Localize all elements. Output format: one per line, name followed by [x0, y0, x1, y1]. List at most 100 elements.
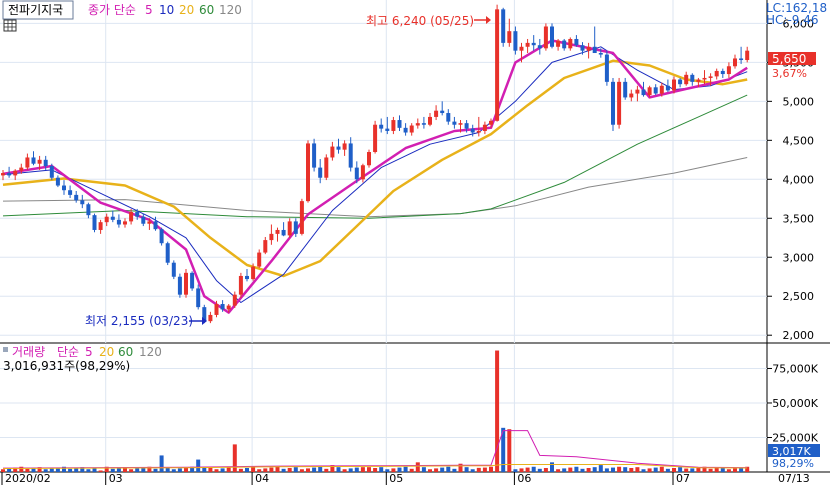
candle-body: [98, 222, 103, 230]
candle-body: [275, 229, 280, 234]
candle-body: [226, 305, 231, 310]
volume-bar: [275, 466, 280, 472]
volume-bar: [440, 467, 445, 472]
volume-bar: [135, 468, 140, 472]
volume-bar: [550, 462, 554, 472]
candle-body: [745, 50, 750, 61]
candle-body: [55, 177, 60, 186]
volume-bar: [324, 468, 329, 472]
candle-body: [196, 288, 201, 308]
candle-body: [147, 221, 152, 224]
candle-body: [281, 229, 286, 236]
volume-bar: [336, 467, 341, 472]
price-ma-title: 종가 단순: [88, 3, 136, 17]
volume-bar: [269, 467, 274, 472]
x-tick-label: 03: [109, 472, 123, 485]
candle-body: [647, 87, 652, 96]
candle-body: [68, 190, 73, 195]
volume-bar: [415, 462, 420, 472]
candle-body: [245, 275, 249, 280]
candle-body: [214, 304, 219, 315]
volume-bar: [568, 467, 573, 472]
candle-body: [550, 26, 554, 47]
volume-bar: [428, 469, 432, 472]
volume-bar: [696, 467, 701, 472]
volume-bar: [647, 468, 652, 472]
candle-body: [525, 42, 530, 47]
volume-bar: [177, 468, 182, 472]
volume-bar: [367, 467, 371, 472]
volume-bar: [635, 467, 640, 472]
candle-body: [598, 53, 603, 55]
tab-label[interactable]: 전파기지국: [8, 3, 63, 17]
vol-ma5-label: 5: [85, 345, 93, 359]
volume-bar: [226, 467, 231, 472]
ma60-label: 60: [199, 3, 214, 17]
candle-body: [617, 81, 622, 125]
volume-bar: [690, 468, 695, 472]
candle-body: [13, 170, 18, 176]
x-tick-label: 05: [389, 472, 403, 485]
volume-bar: [281, 468, 286, 472]
candle-body: [696, 79, 701, 82]
candle-body: [7, 173, 12, 176]
candle-body: [690, 74, 695, 82]
hc-value: HC:-9,46: [766, 13, 819, 27]
volume-bar: [586, 467, 591, 472]
volume-bar: [342, 469, 347, 472]
candle-body: [507, 31, 512, 43]
candle-body: [665, 85, 670, 91]
grid-icon[interactable]: [3, 19, 17, 32]
vol-ma60-label: 60: [118, 345, 133, 359]
volume-bar: [617, 466, 622, 472]
candle-body: [476, 130, 481, 133]
current-volume-pct: 98,29%: [772, 457, 814, 470]
volume-bar: [489, 466, 493, 472]
candle-body: [354, 167, 359, 180]
candle-body: [238, 275, 243, 295]
volume-bar: [379, 467, 384, 472]
candle-body: [623, 81, 628, 98]
volume-bar: [653, 467, 658, 472]
candle-body: [403, 127, 408, 133]
price-pane: [0, 0, 830, 343]
volume-bar: [556, 469, 561, 472]
volume-bar: [196, 459, 201, 472]
volume-bar: [299, 469, 304, 472]
candle-body: [653, 87, 658, 94]
volume-bar: [92, 468, 97, 472]
candle-body: [720, 70, 725, 75]
volume-bar: [238, 468, 243, 472]
price-tick-label: 5,000: [783, 95, 815, 108]
candle-body: [708, 76, 713, 78]
volume-bar: [531, 466, 536, 472]
volume-bar: [202, 467, 207, 472]
candle-body: [208, 314, 213, 322]
candle-body: [257, 252, 262, 267]
candle-body: [190, 272, 195, 289]
volume-tick-label: 25,000K: [772, 431, 818, 444]
candle-body: [153, 221, 158, 230]
candle-body: [586, 46, 591, 51]
candle-body: [1, 173, 5, 176]
candle-body: [342, 143, 347, 150]
volume-bar: [421, 467, 426, 472]
volume-bar: [476, 467, 481, 472]
candle-body: [659, 85, 664, 94]
price-tick-label: 2,500: [783, 290, 815, 303]
volume-bar: [220, 468, 225, 472]
candle-body: [19, 167, 24, 171]
candle-body: [726, 66, 731, 75]
candle-body: [306, 143, 310, 202]
candle-body: [470, 128, 475, 133]
candle-body: [446, 113, 451, 122]
volume-bar: [629, 467, 634, 472]
volume-bar: [306, 468, 310, 472]
candle-body: [263, 240, 268, 253]
volume-bar: [245, 467, 249, 472]
candle-body: [165, 243, 170, 263]
candle-body: [367, 152, 371, 166]
volume-bar: [312, 467, 317, 472]
candle-body: [348, 143, 353, 168]
candle-body: [580, 45, 585, 51]
